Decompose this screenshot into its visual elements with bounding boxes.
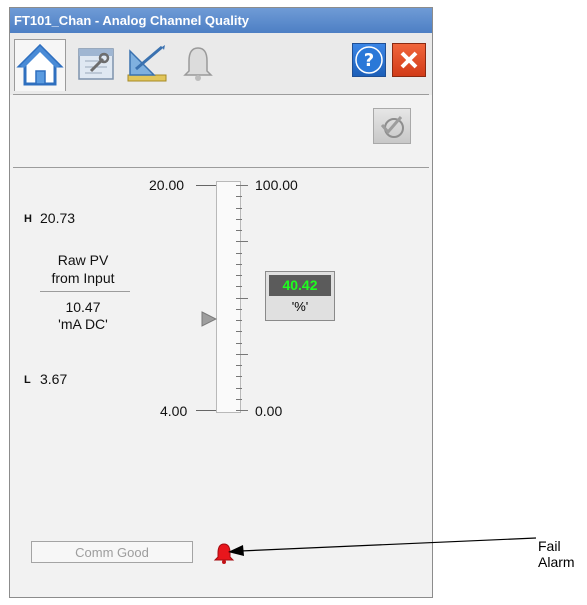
annotation-arrow (228, 537, 537, 556)
engineering-icon (127, 45, 167, 82)
help-icon: ? (355, 46, 383, 74)
raw-pv-value: 10.47 (65, 299, 101, 315)
close-button[interactable] (392, 43, 426, 77)
scale-tick (236, 331, 242, 332)
scale-tick (236, 286, 242, 287)
tab-engineering[interactable] (124, 41, 170, 85)
scale-tick (236, 354, 248, 355)
tab-home[interactable] (14, 39, 66, 91)
raw-pv-title-line1: Raw PV (57, 252, 109, 268)
eu-scale-top: 100.00 (255, 177, 298, 193)
raw-scale-bottom: 4.00 (160, 403, 188, 419)
raw-scale-top: 20.00 (149, 177, 185, 193)
raw-pv-title-line2: from Input (51, 270, 115, 286)
scale-tick (236, 253, 242, 254)
eu-scale-bottom: 0.00 (255, 403, 283, 419)
scale-tick (236, 365, 242, 366)
scale-tick (236, 388, 242, 389)
scale-tick (236, 399, 242, 400)
scale-tick (236, 208, 242, 209)
tab-divider (13, 94, 429, 95)
acknowledge-icon (380, 116, 404, 138)
raw-high-label: H (24, 213, 32, 225)
scale-tick (236, 275, 242, 276)
raw-scale-bottom-line (196, 410, 216, 411)
raw-pv-units: 'mA DC' (58, 316, 108, 332)
scale-tick (236, 196, 242, 197)
pv-value: 40.42 (269, 275, 331, 296)
scale-tick (236, 343, 242, 344)
pv-display: 40.42 '%' (265, 271, 335, 321)
faceplate-window: FT101_Chan - Analog Channel Quality ? H … (9, 7, 433, 598)
scale-tick (236, 320, 242, 321)
tab-bar: ? (10, 33, 432, 95)
acknowledge-button[interactable] (373, 108, 411, 144)
scale-tick (236, 376, 242, 377)
svg-text:?: ? (364, 50, 374, 71)
scale-tick (236, 309, 242, 310)
window-title: FT101_Chan - Analog Channel Quality (10, 8, 432, 33)
scale-tick (236, 230, 242, 231)
raw-high-value: 20.73 (40, 210, 76, 226)
tab-alarms[interactable] (178, 41, 224, 85)
scale-tick (236, 264, 242, 265)
help-button[interactable]: ? (352, 43, 386, 77)
maintenance-icon (78, 48, 114, 80)
raw-low-label: L (24, 374, 31, 386)
header-divider (13, 167, 429, 168)
pv-units: '%' (291, 299, 309, 314)
scale-tick (236, 219, 242, 220)
close-icon (400, 51, 418, 69)
fail-alarm-annotation: Fail Alarm (538, 538, 575, 570)
pv-pointer-icon (201, 311, 217, 327)
comm-status: Comm Good (31, 541, 193, 563)
scale-tick (236, 185, 248, 186)
raw-low-value: 3.67 (40, 371, 68, 387)
tab-maintenance[interactable] (74, 41, 120, 85)
raw-pv-divider (40, 291, 130, 292)
pv-bar-scale (216, 181, 241, 413)
home-icon (16, 43, 64, 86)
scale-tick (236, 241, 248, 242)
scale-tick (236, 298, 248, 299)
bell-icon (183, 47, 213, 81)
raw-scale-top-line (196, 185, 216, 186)
scale-tick (236, 410, 248, 411)
